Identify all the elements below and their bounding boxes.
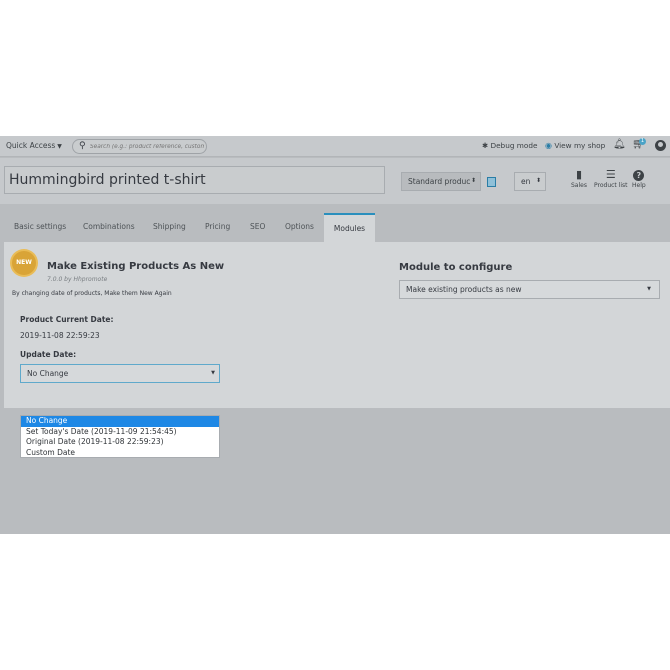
debug-mode-label: Debug mode <box>490 141 538 150</box>
quick-access-menu[interactable]: Quick Access ▼ <box>6 141 62 150</box>
option-set-today[interactable]: Set Today's Date (2019-11-09 21:54:45) <box>21 427 219 438</box>
product-header: Standard produc ⬍ en ⬍ ▮ Sales ☰ Product… <box>0 158 670 204</box>
update-date-label: Update Date: <box>20 350 77 359</box>
module-description: By changing date of products, Make them … <box>12 290 172 297</box>
new-badge-icon: NEW <box>12 251 36 275</box>
eye-icon: ◉ <box>545 141 552 150</box>
module-configure-value: Make existing products as new <box>406 285 522 294</box>
product-name-input[interactable] <box>4 166 385 194</box>
view-shop-label: View my shop <box>554 141 606 150</box>
calculator-icon[interactable] <box>487 177 496 187</box>
tab-modules[interactable]: Modules <box>324 213 375 242</box>
tab-seo[interactable]: SEO <box>250 222 265 231</box>
help-label: Help <box>632 182 646 189</box>
caret-down-icon: ▼ <box>647 286 651 292</box>
quick-access-label: Quick Access <box>6 141 56 150</box>
tab-combinations[interactable]: Combinations <box>83 222 135 231</box>
help-icon: ? <box>632 167 646 182</box>
sales-button[interactable]: ▮ Sales <box>571 167 587 189</box>
option-custom-date[interactable]: Custom Date <box>21 448 219 459</box>
module-panel: NEW Make Existing Products As New 7.0.0 … <box>4 242 670 408</box>
module-title: Make Existing Products As New <box>47 261 225 272</box>
language-select[interactable]: en ⬍ <box>514 172 546 191</box>
configure-title: Module to configure <box>399 262 513 273</box>
up-down-arrows-icon: ⬍ <box>535 177 541 184</box>
module-version: 7.0.0 by Hhpromote <box>47 276 108 283</box>
user-avatar-icon[interactable] <box>655 140 666 151</box>
current-date-label: Product Current Date: <box>20 315 114 324</box>
bell-icon[interactable]: 🔔︎ <box>613 139 626 150</box>
update-date-value: No Change <box>27 369 69 378</box>
tab-basic-settings[interactable]: Basic settings <box>14 222 66 231</box>
bug-icon: ✱ <box>482 141 489 150</box>
help-button[interactable]: ? Help <box>632 167 646 189</box>
product-list-button[interactable]: ☰ Product list <box>594 167 628 189</box>
update-date-select[interactable]: No Change ▼ <box>20 364 220 383</box>
current-date-value: 2019-11-08 22:59:23 <box>20 331 100 340</box>
search-icon: ⚲ <box>79 141 86 151</box>
module-configure-select[interactable]: Make existing products as new ▼ <box>399 280 660 299</box>
view-shop-link[interactable]: ◉ View my shop <box>545 141 605 150</box>
update-date-dropdown: No Change Set Today's Date (2019-11-09 2… <box>20 415 220 458</box>
option-original-date[interactable]: Original Date (2019-11-08 22:59:23) <box>21 437 219 448</box>
caret-down-icon: ▼ <box>57 143 62 150</box>
search-input[interactable] <box>90 142 204 152</box>
language-value: en <box>521 177 531 186</box>
top-bar: Quick Access▼ ⚲ ✱ Debug mode ◉ View my s… <box>0 136 670 157</box>
debug-mode-link[interactable]: ✱ Debug mode <box>482 141 537 150</box>
tab-options[interactable]: Options <box>285 222 314 231</box>
product-type-select[interactable]: Standard produc ⬍ <box>401 172 481 191</box>
product-tabs: Basic settings Combinations Shipping Pri… <box>0 213 670 242</box>
product-type-value: Standard produc <box>408 177 471 186</box>
sales-label: Sales <box>571 182 587 189</box>
product-list-label: Product list <box>594 182 628 189</box>
option-no-change[interactable]: No Change <box>21 416 219 427</box>
app-window: Quick Access▼ ⚲ ✱ Debug mode ◉ View my s… <box>0 136 670 534</box>
tab-shipping[interactable]: Shipping <box>153 222 186 231</box>
list-icon: ☰ <box>605 168 616 181</box>
tab-pricing[interactable]: Pricing <box>205 222 230 231</box>
search-box[interactable]: ⚲ <box>72 139 207 154</box>
bar-chart-icon: ▮ <box>575 168 583 181</box>
up-down-arrows-icon: ⬍ <box>470 177 476 184</box>
cart-count-badge: 1 <box>639 138 646 145</box>
caret-down-icon: ▼ <box>211 370 215 376</box>
